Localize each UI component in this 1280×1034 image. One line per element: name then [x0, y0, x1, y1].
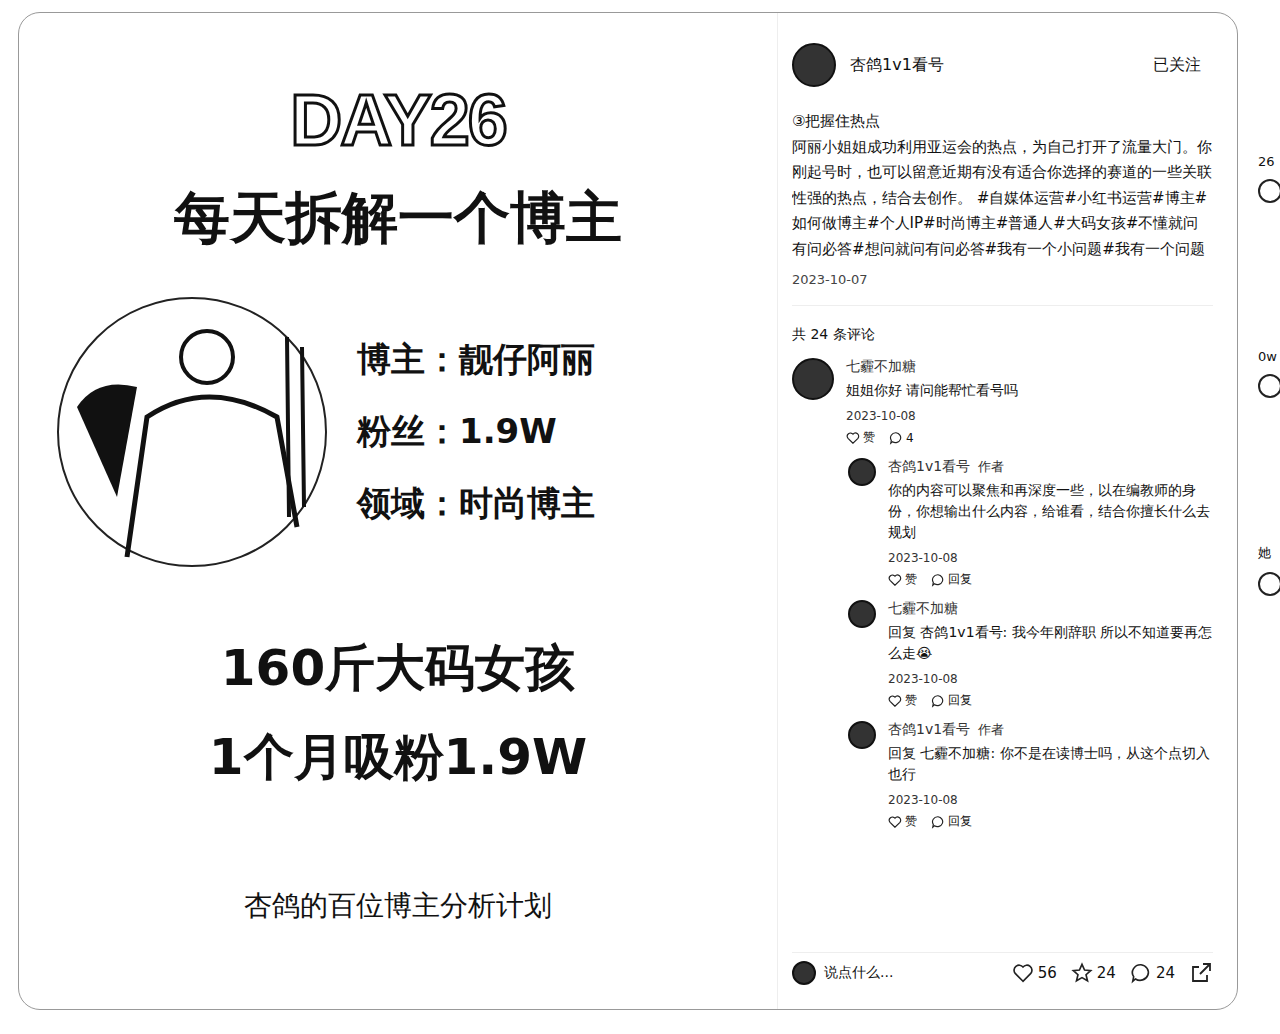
post-content: ③把握住热点 阿丽小姐姐成功利用亚运会的热点，为自己打开了流量大门。你刚起号时，… [792, 101, 1213, 952]
like-button[interactable]: 赞 [888, 692, 917, 709]
post-window: DAY26 每天拆解一个博主 博主：靓仔阿丽粉丝：1.9W 领域：时尚博主 160… [18, 12, 1238, 1010]
post-date: 2023-10-07 [792, 272, 1213, 287]
card-field: 领域：时尚博主 [357, 481, 595, 527]
like-button[interactable]: 赞 [888, 813, 917, 830]
hashtag[interactable]: #时尚博主 [923, 214, 996, 232]
author-avatar[interactable] [792, 43, 836, 87]
card-title: 每天拆解一个博主 [174, 181, 622, 257]
commenter-avatar[interactable] [848, 458, 876, 486]
hashtag[interactable]: #想问就问有问必答 [852, 240, 985, 258]
reply-button[interactable]: 回复 [931, 571, 972, 588]
comment-date: 2023-10-08 [888, 551, 1213, 565]
card-field: 粉丝：1.9W [357, 409, 595, 455]
heart-icon [846, 431, 860, 445]
card-headline: 160斤大码女孩 [221, 635, 575, 702]
reply-button[interactable]: 4 [889, 429, 914, 446]
comment: 杏鸽1v1看号作者 你的内容可以聚焦和再深度一些，以在编教师的身份，你想输出什么… [848, 458, 1213, 588]
heart-icon [888, 573, 902, 587]
blogger-photo [57, 297, 327, 567]
commenter-avatar[interactable] [792, 358, 834, 400]
heart-icon [1012, 962, 1034, 984]
commenter-name[interactable]: 七霾不加糖 [888, 600, 1213, 618]
comment: 杏鸽1v1看号作者 回复 七霾不加糖: 你不是在读博士吗，从这个点切入也行 20… [848, 721, 1213, 830]
comment-text: 姐姐你好 请问能帮忙看号吗 [846, 380, 1213, 401]
next-post-strip: 26 0w 她 [1238, 12, 1280, 1010]
comment: 七霾不加糖 回复 杏鸽1v1看号: 我今年刚辞职 所以不知道要再怎么走😭 202… [848, 600, 1213, 709]
card-day: DAY26 [290, 79, 506, 161]
like-count[interactable]: 56 [1012, 962, 1057, 984]
comment: 七霾不加糖 姐姐你好 请问能帮忙看号吗 2023-10-08 赞 4 [792, 358, 1213, 446]
star-count[interactable]: 24 [1071, 962, 1116, 984]
person-icon [57, 297, 327, 567]
reply-button[interactable]: 回复 [931, 813, 972, 830]
commenter-name[interactable]: 七霾不加糖 [846, 358, 1213, 376]
bubble-icon [1130, 962, 1152, 984]
bubble-icon [889, 431, 903, 445]
comment-date: 2023-10-08 [888, 672, 1213, 686]
comment-text: 你的内容可以聚焦和再深度一些，以在编教师的身份，你想输出什么内容，给谁看，结合你… [888, 480, 1213, 543]
author-badge: 作者 [978, 722, 1004, 737]
comment-count: 共 24 条评论 [792, 326, 1213, 344]
comment-input[interactable]: 说点什么... [792, 961, 998, 985]
comment-date: 2023-10-08 [888, 793, 1213, 807]
hashtag[interactable]: #个人IP [867, 214, 923, 232]
bubble-icon [931, 573, 945, 587]
heart-icon [888, 694, 902, 708]
hashtag[interactable]: #我有一个小问题 [985, 240, 1103, 258]
hashtag[interactable]: #自媒体运营 [977, 189, 1065, 207]
follow-button[interactable]: 已关注 [1141, 51, 1213, 80]
author-badge: 作者 [978, 459, 1004, 474]
hashtag[interactable]: #我有一个问题 [1102, 240, 1205, 258]
author-bar: 杏鸽1v1看号 已关注 [792, 13, 1213, 101]
bottom-bar: 说点什么... 56 24 24 [792, 952, 1213, 1009]
star-icon [1071, 962, 1093, 984]
commenter-name[interactable]: 杏鸽1v1看号作者 [888, 458, 1213, 476]
hashtag[interactable]: #博主 [1152, 189, 1195, 207]
like-button[interactable]: 赞 [846, 429, 875, 446]
comment-date: 2023-10-08 [846, 409, 1213, 423]
card-footer: 杏鸽的百位博主分析计划 [244, 887, 552, 925]
card-headline: 1个月吸粉1.9W [209, 724, 588, 791]
card-info: 博主：靓仔阿丽粉丝：1.9W 领域：时尚博主 [19, 297, 777, 567]
heart-icon [888, 815, 902, 829]
commenter-avatar[interactable] [848, 721, 876, 749]
bubble-icon [931, 815, 945, 829]
comments-count[interactable]: 24 [1130, 962, 1175, 984]
bubble-icon [931, 694, 945, 708]
page: DAY26 每天拆解一个博主 博主：靓仔阿丽粉丝：1.9W 领域：时尚博主 160… [0, 0, 1280, 1034]
comment-text: 回复 杏鸽1v1看号: 我今年刚辞职 所以不知道要再怎么走😭 [888, 622, 1213, 664]
author-name[interactable]: 杏鸽1v1看号 [850, 55, 1127, 76]
side-text: 26 [1258, 154, 1280, 169]
like-button[interactable]: 赞 [888, 571, 917, 588]
post-image: DAY26 每天拆解一个博主 博主：靓仔阿丽粉丝：1.9W 领域：时尚博主 160… [19, 13, 777, 1009]
comment-text: 回复 七霾不加糖: 你不是在读博士吗，从这个点切入也行 [888, 743, 1213, 785]
commenter-name[interactable]: 杏鸽1v1看号作者 [888, 721, 1213, 739]
reply-button[interactable]: 回复 [931, 692, 972, 709]
post-text: ③把握住热点 阿丽小姐姐成功利用亚运会的热点，为自己打开了流量大门。你刚起号时，… [792, 109, 1213, 262]
detail-panel: 杏鸽1v1看号 已关注 ③把握住热点 阿丽小姐姐成功利用亚运会的热点，为自己打开… [777, 13, 1237, 1009]
card-field: 博主：靓仔阿丽 [357, 337, 595, 383]
side-text: 0w [1258, 349, 1280, 364]
hashtag[interactable]: #普通人 [996, 214, 1054, 232]
share-icon[interactable] [1189, 961, 1213, 985]
commenter-avatar[interactable] [848, 600, 876, 628]
side-text: 她 [1258, 544, 1280, 562]
hashtag[interactable]: #大码女孩 [1053, 214, 1126, 232]
hashtag[interactable]: #小红书运营 [1064, 189, 1152, 207]
